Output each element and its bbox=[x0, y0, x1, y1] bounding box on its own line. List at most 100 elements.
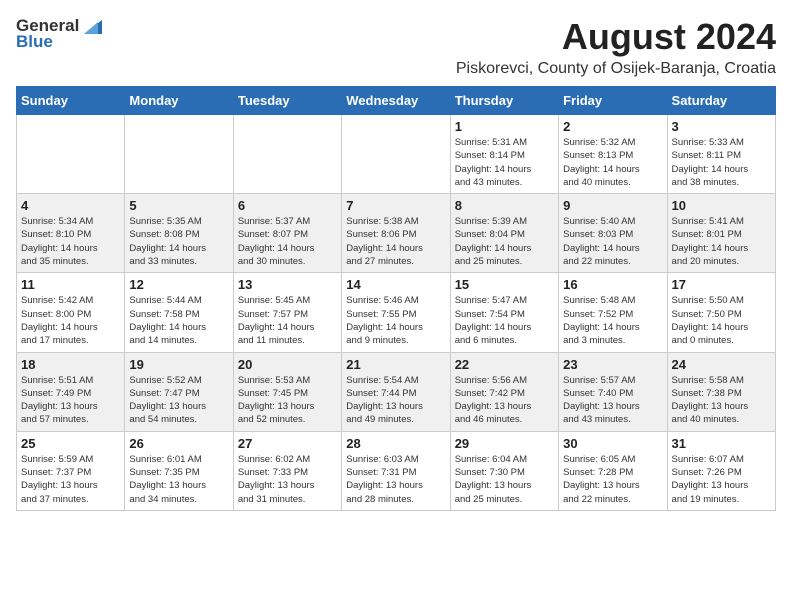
day-number: 25 bbox=[21, 436, 120, 451]
day-number: 10 bbox=[672, 198, 771, 213]
calendar-day-1: 1Sunrise: 5:31 AM Sunset: 8:14 PM Daylig… bbox=[450, 115, 558, 194]
calendar-day-4: 4Sunrise: 5:34 AM Sunset: 8:10 PM Daylig… bbox=[17, 194, 125, 273]
day-number: 5 bbox=[129, 198, 228, 213]
calendar: SundayMondayTuesdayWednesdayThursdayFrid… bbox=[16, 86, 776, 511]
calendar-day-16: 16 Sunrise: 5:48 AM Sunset: 7:52 PM Dayli… bbox=[559, 273, 667, 352]
calendar-day-6: 6 Sunrise: 5:37 AM Sunset: 8:07 PM Daylig… bbox=[233, 194, 341, 273]
day-number: 4 bbox=[21, 198, 120, 213]
day-info: Sunrise: 5:35 AM Sunset: 8:08 PM Dayligh… bbox=[129, 215, 228, 268]
calendar-day-19: 19 Sunrise: 5:52 AM Sunset: 7:47 PM Dayli… bbox=[125, 352, 233, 431]
day-info: Sunrise: 5:40 AM Sunset: 8:03 PM Dayligh… bbox=[563, 215, 662, 268]
weekday-header-tuesday: Tuesday bbox=[233, 87, 341, 115]
location: Piskorevci, County of Osijek-Baranja, Cr… bbox=[456, 60, 776, 78]
day-number: 21 bbox=[346, 357, 445, 372]
day-info: Sunrise: 5:39 AM Sunset: 8:04 PM Dayligh… bbox=[455, 215, 554, 268]
calendar-day-31: 31 Sunrise: 6:07 AM Sunset: 7:26 PM Dayli… bbox=[667, 431, 775, 510]
day-info: Sunrise: 5:53 AM Sunset: 7:45 PM Dayligh… bbox=[238, 374, 337, 427]
day-info: Sunrise: 6:01 AM Sunset: 7:35 PM Dayligh… bbox=[129, 453, 228, 506]
calendar-day-17: 17 Sunrise: 5:50 AM Sunset: 7:50 PM Dayli… bbox=[667, 273, 775, 352]
day-number: 18 bbox=[21, 357, 120, 372]
day-info: Sunrise: 6:02 AM Sunset: 7:33 PM Dayligh… bbox=[238, 453, 337, 506]
calendar-empty-cell bbox=[342, 115, 450, 194]
calendar-day-21: 21 Sunrise: 5:54 AM Sunset: 7:44 PM Dayli… bbox=[342, 352, 450, 431]
day-info: Sunrise: 5:57 AM Sunset: 7:40 PM Dayligh… bbox=[563, 374, 662, 427]
logo-blue-text: Blue bbox=[16, 32, 53, 52]
calendar-day-18: 18 Sunrise: 5:51 AM Sunset: 7:49 PM Dayli… bbox=[17, 352, 125, 431]
calendar-day-9: 9 Sunrise: 5:40 AM Sunset: 8:03 PM Daylig… bbox=[559, 194, 667, 273]
day-info: Sunrise: 5:38 AM Sunset: 8:06 PM Dayligh… bbox=[346, 215, 445, 268]
day-number: 12 bbox=[129, 277, 228, 292]
calendar-day-7: 7 Sunrise: 5:38 AM Sunset: 8:06 PM Daylig… bbox=[342, 194, 450, 273]
day-info: Sunrise: 5:42 AM Sunset: 8:00 PM Dayligh… bbox=[21, 294, 120, 347]
day-info: Sunrise: 5:32 AM Sunset: 8:13 PM Dayligh… bbox=[563, 136, 662, 189]
day-number: 13 bbox=[238, 277, 337, 292]
day-info: Sunrise: 6:04 AM Sunset: 7:30 PM Dayligh… bbox=[455, 453, 554, 506]
calendar-day-13: 13Sunrise: 5:45 AM Sunset: 7:57 PM Dayli… bbox=[233, 273, 341, 352]
day-number: 14 bbox=[346, 277, 445, 292]
day-number: 2 bbox=[563, 119, 662, 134]
calendar-day-25: 25Sunrise: 5:59 AM Sunset: 7:37 PM Dayli… bbox=[17, 431, 125, 510]
day-number: 28 bbox=[346, 436, 445, 451]
day-number: 9 bbox=[563, 198, 662, 213]
calendar-day-8: 8 Sunrise: 5:39 AM Sunset: 8:04 PM Daylig… bbox=[450, 194, 558, 273]
day-number: 16 bbox=[563, 277, 662, 292]
day-number: 17 bbox=[672, 277, 771, 292]
day-info: Sunrise: 6:07 AM Sunset: 7:26 PM Dayligh… bbox=[672, 453, 771, 506]
day-number: 6 bbox=[238, 198, 337, 213]
day-number: 20 bbox=[238, 357, 337, 372]
calendar-day-20: 20 Sunrise: 5:53 AM Sunset: 7:45 PM Dayli… bbox=[233, 352, 341, 431]
day-number: 24 bbox=[672, 357, 771, 372]
calendar-day-11: 11 Sunrise: 5:42 AM Sunset: 8:00 PM Dayli… bbox=[17, 273, 125, 352]
day-number: 11 bbox=[21, 277, 120, 292]
day-info: Sunrise: 5:37 AM Sunset: 8:07 PM Dayligh… bbox=[238, 215, 337, 268]
day-info: Sunrise: 5:31 AM Sunset: 8:14 PM Dayligh… bbox=[455, 136, 554, 189]
calendar-day-22: 22Sunrise: 5:56 AM Sunset: 7:42 PM Dayli… bbox=[450, 352, 558, 431]
calendar-day-15: 15Sunrise: 5:47 AM Sunset: 7:54 PM Dayli… bbox=[450, 273, 558, 352]
calendar-day-26: 26 Sunrise: 6:01 AM Sunset: 7:35 PM Dayli… bbox=[125, 431, 233, 510]
weekday-header-row: SundayMondayTuesdayWednesdayThursdayFrid… bbox=[17, 87, 776, 115]
day-number: 8 bbox=[455, 198, 554, 213]
calendar-week-row: 4Sunrise: 5:34 AM Sunset: 8:10 PM Daylig… bbox=[17, 194, 776, 273]
calendar-week-row: 1Sunrise: 5:31 AM Sunset: 8:14 PM Daylig… bbox=[17, 115, 776, 194]
day-info: Sunrise: 5:54 AM Sunset: 7:44 PM Dayligh… bbox=[346, 374, 445, 427]
day-info: Sunrise: 5:58 AM Sunset: 7:38 PM Dayligh… bbox=[672, 374, 771, 427]
day-number: 26 bbox=[129, 436, 228, 451]
day-number: 30 bbox=[563, 436, 662, 451]
weekday-header-sunday: Sunday bbox=[17, 87, 125, 115]
calendar-day-10: 10Sunrise: 5:41 AM Sunset: 8:01 PM Dayli… bbox=[667, 194, 775, 273]
day-info: Sunrise: 5:33 AM Sunset: 8:11 PM Dayligh… bbox=[672, 136, 771, 189]
calendar-day-14: 14 Sunrise: 5:46 AM Sunset: 7:55 PM Dayli… bbox=[342, 273, 450, 352]
calendar-empty-cell bbox=[233, 115, 341, 194]
logo: General Blue bbox=[16, 16, 102, 52]
weekday-header-wednesday: Wednesday bbox=[342, 87, 450, 115]
weekday-header-monday: Monday bbox=[125, 87, 233, 115]
calendar-day-2: 2 Sunrise: 5:32 AM Sunset: 8:13 PM Daylig… bbox=[559, 115, 667, 194]
day-number: 27 bbox=[238, 436, 337, 451]
calendar-day-27: 27 Sunrise: 6:02 AM Sunset: 7:33 PM Dayli… bbox=[233, 431, 341, 510]
calendar-day-24: 24 Sunrise: 5:58 AM Sunset: 7:38 PM Dayli… bbox=[667, 352, 775, 431]
day-info: Sunrise: 6:03 AM Sunset: 7:31 PM Dayligh… bbox=[346, 453, 445, 506]
day-info: Sunrise: 5:51 AM Sunset: 7:49 PM Dayligh… bbox=[21, 374, 120, 427]
day-number: 19 bbox=[129, 357, 228, 372]
logo-icon bbox=[80, 16, 102, 34]
calendar-day-5: 5 Sunrise: 5:35 AM Sunset: 8:08 PM Daylig… bbox=[125, 194, 233, 273]
day-info: Sunrise: 5:50 AM Sunset: 7:50 PM Dayligh… bbox=[672, 294, 771, 347]
calendar-week-row: 18 Sunrise: 5:51 AM Sunset: 7:49 PM Dayli… bbox=[17, 352, 776, 431]
day-number: 22 bbox=[455, 357, 554, 372]
day-number: 3 bbox=[672, 119, 771, 134]
day-info: Sunrise: 5:46 AM Sunset: 7:55 PM Dayligh… bbox=[346, 294, 445, 347]
weekday-header-friday: Friday bbox=[559, 87, 667, 115]
calendar-week-row: 25Sunrise: 5:59 AM Sunset: 7:37 PM Dayli… bbox=[17, 431, 776, 510]
calendar-empty-cell bbox=[125, 115, 233, 194]
day-number: 15 bbox=[455, 277, 554, 292]
weekday-header-saturday: Saturday bbox=[667, 87, 775, 115]
day-number: 31 bbox=[672, 436, 771, 451]
title-area: August 2024 Piskorevci, County of Osijek… bbox=[456, 16, 776, 78]
day-info: Sunrise: 5:52 AM Sunset: 7:47 PM Dayligh… bbox=[129, 374, 228, 427]
calendar-day-30: 30 Sunrise: 6:05 AM Sunset: 7:28 PM Dayli… bbox=[559, 431, 667, 510]
day-info: Sunrise: 5:48 AM Sunset: 7:52 PM Dayligh… bbox=[563, 294, 662, 347]
day-info: Sunrise: 6:05 AM Sunset: 7:28 PM Dayligh… bbox=[563, 453, 662, 506]
calendar-day-12: 12Sunrise: 5:44 AM Sunset: 7:58 PM Dayli… bbox=[125, 273, 233, 352]
calendar-day-3: 3 Sunrise: 5:33 AM Sunset: 8:11 PM Daylig… bbox=[667, 115, 775, 194]
day-number: 7 bbox=[346, 198, 445, 213]
